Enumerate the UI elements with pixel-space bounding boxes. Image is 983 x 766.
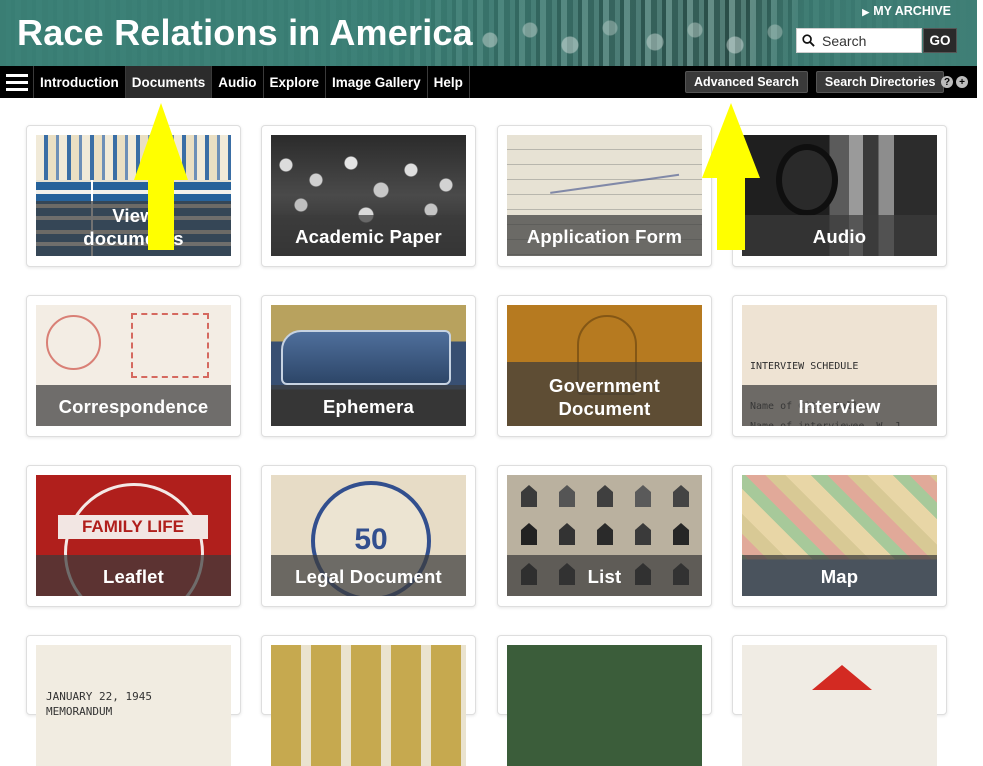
card-map[interactable]: Map — [732, 465, 947, 607]
search-go-button[interactable]: GO — [923, 28, 957, 53]
card-thumbnail: FAMILY LIFE Leaflet — [36, 475, 231, 596]
memo-thumb-text: JANUARY 22, 1945 MEMORANDUM — [46, 690, 152, 718]
card-label: Map — [820, 566, 859, 587]
card-thumbnail: 50 Legal Document — [271, 475, 466, 596]
card-thumbnail: Audio — [742, 135, 937, 256]
banner-photo — [470, 0, 800, 66]
search-field[interactable] — [796, 28, 922, 53]
card-thumbnail — [742, 645, 937, 766]
card-row4-3[interactable] — [497, 635, 712, 766]
nav-item-image-gallery[interactable]: Image Gallery — [326, 66, 428, 98]
card-label: Ephemera — [322, 396, 415, 417]
card-label: Application Form — [526, 226, 683, 247]
card-ephemera[interactable]: Ephemera — [261, 295, 476, 437]
card-academic-paper[interactable]: Academic Paper — [261, 125, 476, 267]
nav-item-documents[interactable]: Documents — [125, 66, 213, 98]
card-row4-2[interactable] — [261, 635, 476, 766]
card-application-form[interactable]: Application Form — [497, 125, 712, 267]
card-audio[interactable]: Audio — [732, 125, 947, 267]
highlight-arrow-documents — [134, 103, 188, 250]
leaflet-thumb-text: FAMILY LIFE — [58, 515, 208, 539]
card-thumbnail: JANUARY 22, 1945 MEMORANDUM — [36, 645, 231, 766]
nav-item-audio[interactable]: Audio — [212, 66, 264, 98]
card-thumbnail: List — [507, 475, 702, 596]
card-thumbnail — [507, 645, 702, 766]
site-header-banner: Race Relations in America ▶MY ARCHIVE GO — [0, 0, 977, 66]
card-row4-4[interactable] — [732, 635, 947, 766]
card-label: Legal Document — [295, 566, 442, 587]
site-title[interactable]: Race Relations in America — [17, 12, 473, 54]
advanced-search-button[interactable]: Advanced Search — [685, 71, 808, 93]
card-label: Correspondence — [58, 396, 209, 417]
card-label: Audio — [812, 226, 867, 247]
card-thumbnail: Application Form — [507, 135, 702, 256]
card-interview[interactable]: INTERVIEW SCHEDULE Name of City Dallas N… — [732, 295, 947, 437]
card-list[interactable]: List — [497, 465, 712, 607]
main-nav: Introduction Documents Audio Explore Ima… — [0, 66, 977, 98]
card-thumbnail: Correspondence — [36, 305, 231, 426]
card-thumbnail: INTERVIEW SCHEDULE Name of City Dallas N… — [742, 305, 937, 426]
card-label: Interview — [798, 396, 881, 417]
nav-item-introduction[interactable]: Introduction — [34, 66, 126, 98]
my-archive-link[interactable]: ▶ MY ARCHIVE — [862, 4, 951, 18]
card-thumbnail — [271, 645, 466, 766]
menu-icon[interactable] — [0, 66, 34, 98]
card-label: Leaflet — [102, 566, 165, 587]
seal-number: 50 — [354, 523, 388, 556]
card-thumbnail: Ephemera — [271, 305, 466, 426]
card-label: Academic Paper — [295, 226, 442, 247]
card-thumbnail: Academic Paper — [271, 135, 466, 256]
card-thumbnail: Government Document — [507, 305, 702, 426]
card-label: List — [587, 566, 622, 587]
card-label: Government Document — [549, 375, 660, 419]
card-government-document[interactable]: Government Document — [497, 295, 712, 437]
card-legal-document[interactable]: 50 Legal Document — [261, 465, 476, 607]
my-archive-label[interactable]: MY ARCHIVE — [873, 4, 951, 18]
card-row4-1[interactable]: JANUARY 22, 1945 MEMORANDUM — [26, 635, 241, 766]
card-correspondence[interactable]: Correspondence — [26, 295, 241, 437]
card-leaflet[interactable]: FAMILY LIFE Leaflet — [26, 465, 241, 607]
highlight-arrow-advanced-search — [702, 103, 760, 250]
help-circle-icon[interactable]: ? — [941, 76, 953, 88]
nav-item-explore[interactable]: Explore — [264, 66, 327, 98]
search-icon — [802, 34, 815, 47]
search-input[interactable] — [822, 32, 917, 49]
add-circle-icon[interactable]: + — [956, 76, 968, 88]
search-directories-button[interactable]: Search Directories — [815, 71, 945, 93]
card-thumbnail: Map — [742, 475, 937, 596]
play-triangle-icon: ▶ — [862, 7, 870, 17]
nav-item-help[interactable]: Help — [428, 66, 470, 98]
